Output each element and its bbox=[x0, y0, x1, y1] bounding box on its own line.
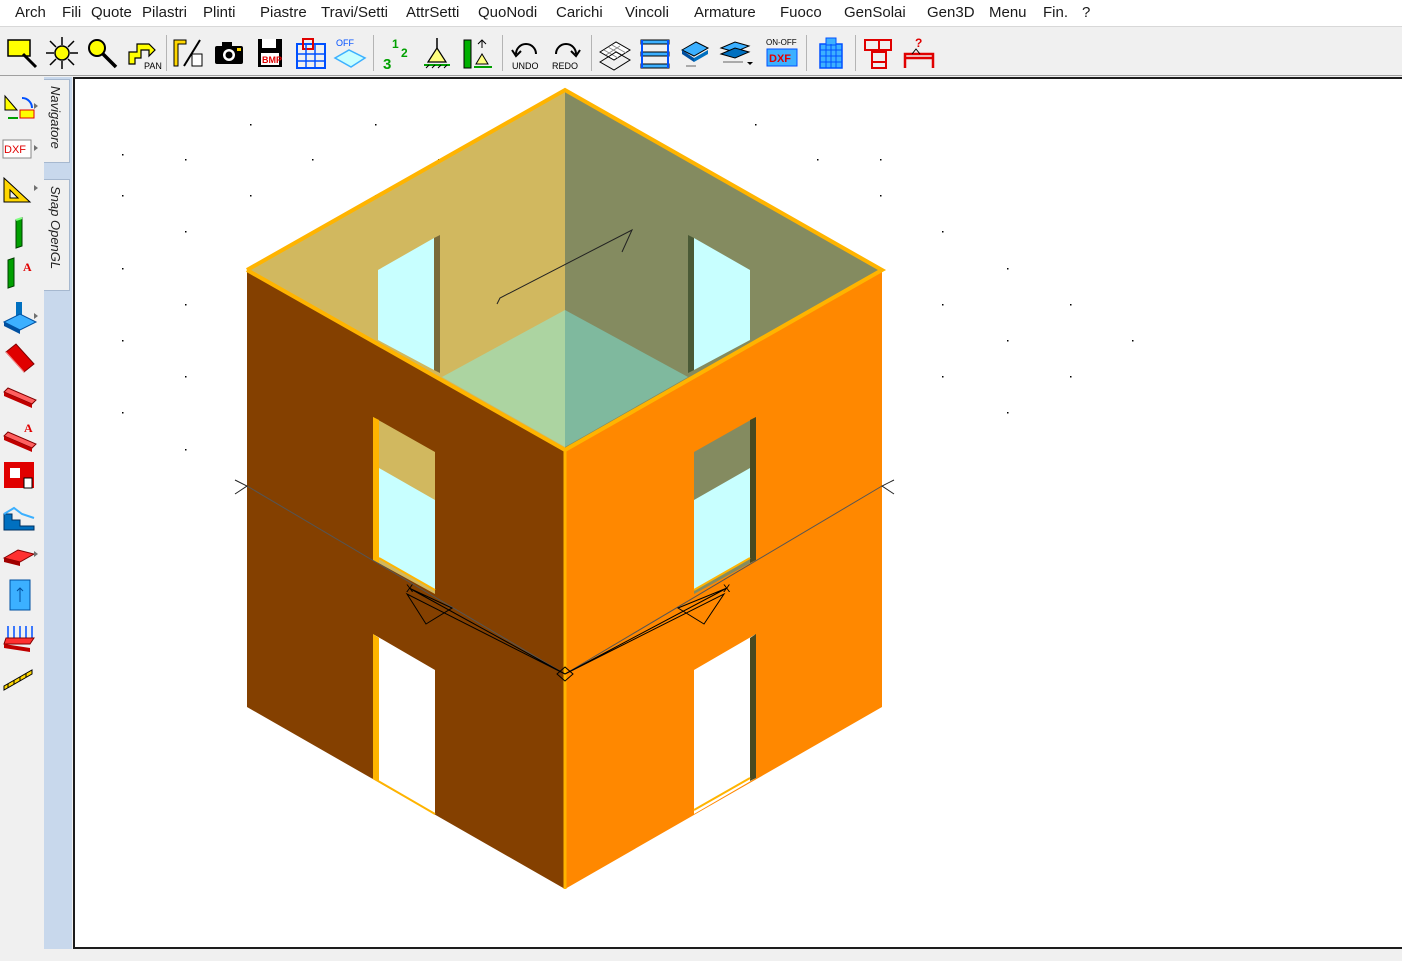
status-bar bbox=[0, 949, 1402, 961]
door-front-left-jamb bbox=[373, 634, 379, 781]
axis-label-left: X bbox=[406, 583, 414, 595]
grid-point bbox=[122, 412, 124, 414]
door-front-left bbox=[379, 642, 435, 810]
window-front-right-jamb bbox=[750, 417, 756, 563]
grid-point bbox=[122, 195, 124, 197]
grid-point bbox=[185, 304, 187, 306]
model-scene: X X bbox=[122, 87, 1134, 889]
grid-point bbox=[122, 154, 124, 156]
grid-point bbox=[122, 268, 124, 270]
grid-point bbox=[1070, 376, 1072, 378]
grid-point bbox=[755, 124, 757, 126]
grid-point bbox=[1007, 340, 1009, 342]
grid-point bbox=[817, 159, 819, 161]
grid-point bbox=[185, 159, 187, 161]
axis-marker-right bbox=[881, 479, 895, 495]
grid-point bbox=[942, 376, 944, 378]
grid-point bbox=[375, 124, 377, 126]
grid-point bbox=[1007, 412, 1009, 414]
grid-point bbox=[1007, 268, 1009, 270]
door-front-right-jamb bbox=[750, 634, 756, 781]
grid-point bbox=[1132, 340, 1134, 342]
grid-point bbox=[185, 449, 187, 451]
axis-marker-left bbox=[234, 479, 248, 495]
grid-point bbox=[942, 304, 944, 306]
axis-label-right: X bbox=[723, 583, 731, 595]
application-window: Arch Fili Quote Pilastri Plinti Piastre … bbox=[0, 0, 1402, 961]
window-front-left-jamb bbox=[373, 417, 379, 563]
grid-point bbox=[250, 124, 252, 126]
grid-point bbox=[312, 159, 314, 161]
grid-point bbox=[1070, 304, 1072, 306]
back-window-left-jamb bbox=[434, 235, 440, 373]
door-front-right bbox=[694, 642, 750, 810]
back-window-right-jamb bbox=[688, 235, 694, 373]
grid-point bbox=[122, 340, 124, 342]
grid-point bbox=[880, 195, 882, 197]
grid-point bbox=[185, 231, 187, 233]
grid-point bbox=[880, 159, 882, 161]
grid-point bbox=[250, 195, 252, 197]
grid-point bbox=[185, 376, 187, 378]
grid-point bbox=[942, 231, 944, 233]
3d-viewport[interactable]: X X bbox=[73, 77, 1402, 949]
